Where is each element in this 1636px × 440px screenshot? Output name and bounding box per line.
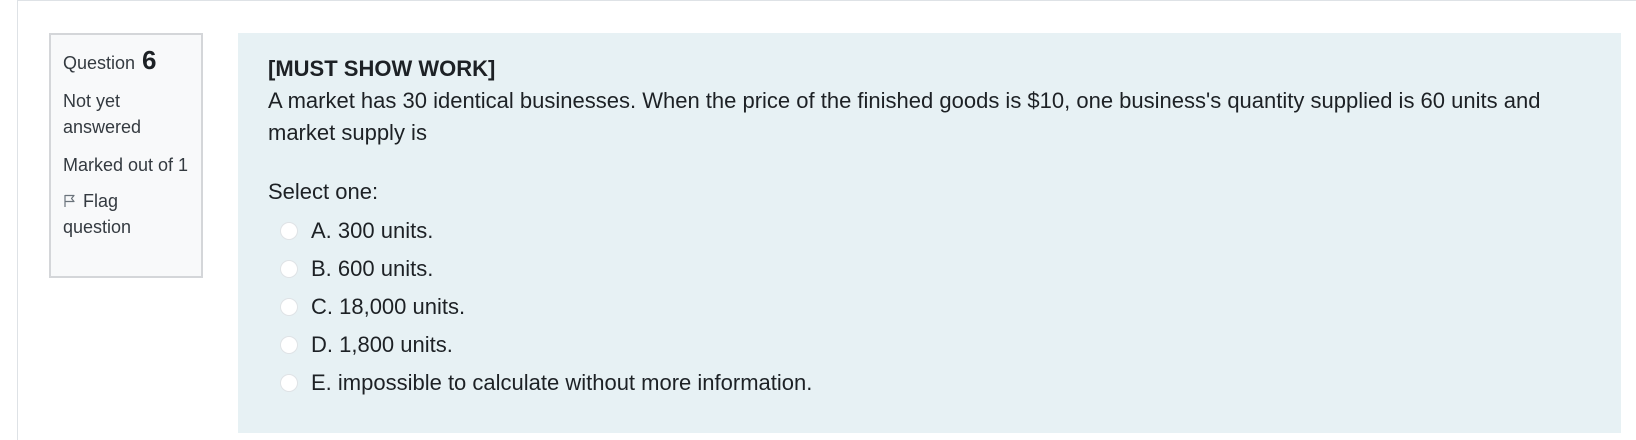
answer-option-c[interactable]: C. 18,000 units. — [280, 288, 812, 326]
answer-label: B. 600 units. — [311, 256, 434, 281]
question-heading: [MUST SHOW WORK] — [268, 56, 496, 81]
radio-button[interactable] — [280, 298, 298, 316]
question-content: [MUST SHOW WORK] A market has 30 identic… — [238, 33, 1621, 433]
question-info-panel: Question 6 Not yet answered Marked out o… — [49, 33, 203, 278]
question-state: Not yet answered — [63, 91, 142, 137]
flag-outline-icon — [63, 191, 83, 211]
radio-button[interactable] — [280, 374, 298, 392]
answer-option-e[interactable]: E. impossible to calculate without more … — [280, 364, 812, 402]
question-number-heading: Question 6 — [63, 45, 189, 76]
answer-option-b[interactable]: B. 600 units. — [280, 250, 812, 288]
radio-button[interactable] — [280, 260, 298, 278]
question-grade: Marked out of 1 — [63, 155, 189, 175]
radio-button[interactable] — [280, 222, 298, 240]
answer-list: A. 300 units. B. 600 units. C. 18,000 un… — [280, 212, 812, 402]
answer-label: D. 1,800 units. — [311, 332, 453, 357]
answer-option-a[interactable]: A. 300 units. — [280, 212, 812, 250]
answer-label: C. 18,000 units. — [311, 294, 466, 319]
radio-button[interactable] — [280, 336, 298, 354]
flag-question-link[interactable]: Flag question — [63, 188, 189, 240]
answer-option-d[interactable]: D. 1,800 units. — [280, 326, 812, 364]
question-text: [MUST SHOW WORK] A market has 30 identic… — [268, 53, 1598, 149]
answer-label: E. impossible to calculate without more … — [311, 370, 813, 395]
question-body: A market has 30 identical businesses. Wh… — [268, 88, 1541, 145]
question-number: 6 — [142, 45, 157, 75]
question-label: Question — [63, 53, 136, 73]
select-one-prompt: Select one: — [268, 179, 379, 204]
answer-label: A. 300 units. — [311, 218, 434, 243]
